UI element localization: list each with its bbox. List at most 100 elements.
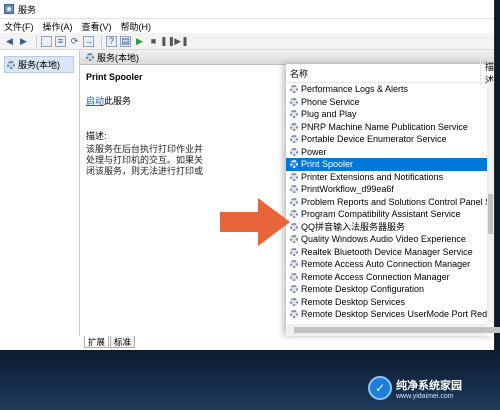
- service-name-cell: Remote Desktop Services UserMode Port Re…: [286, 309, 489, 319]
- service-name-cell: Remote Desktop Configuration: [286, 284, 489, 294]
- title-bar: 服务: [0, 0, 494, 19]
- start-service-link[interactable]: 启动: [86, 96, 104, 106]
- service-row[interactable]: Program Compatibility Assistant Service此…: [286, 208, 494, 221]
- service-name-cell: Phone Service: [286, 97, 489, 107]
- service-name-cell: PrintWorkflow_d99ea6f: [286, 184, 489, 194]
- start-service-suffix: 此服务: [104, 96, 132, 106]
- toolbar: ◀ ▶ ≡ ⟳ → ? ▤ ▶ ■ ❚❚ ▶❚: [0, 33, 494, 50]
- vertical-scrollbar[interactable]: [487, 82, 494, 324]
- service-detail-panel: Print Spooler 启动此服务 描述: 该服务在后台执行打印作业并处理与…: [86, 72, 204, 177]
- pointer-arrow-icon: [220, 198, 290, 246]
- service-name: Performance Logs & Alerts: [301, 84, 409, 95]
- tree-item-label: 服务(本地): [18, 60, 60, 70]
- services-window: 服务 文件(F) 操作(A) 查看(V) 帮助(H) ◀ ▶ ≡ ⟳ → ? ▤…: [0, 0, 500, 350]
- service-name: Remote Desktop Services UserMode Port Re…: [301, 309, 489, 320]
- service-name-cell: Remote Access Auto Connection Manager: [286, 259, 489, 269]
- service-row[interactable]: Remote Desktop Services允许用户以交互方式: [286, 296, 494, 309]
- tab-standard[interactable]: 标准: [110, 336, 136, 348]
- window-title: 服务: [18, 4, 37, 15]
- show-pane-icon[interactable]: [41, 35, 52, 47]
- menu-file[interactable]: 文件(F): [4, 20, 34, 33]
- service-row[interactable]: Performance Logs & Alerts性能日志和警报: [286, 83, 494, 96]
- menu-action[interactable]: 操作(A): [43, 20, 73, 33]
- vertical-scroll-thumb[interactable]: [488, 194, 493, 234]
- service-name-cell: Problem Reports and Solutions Control Pa…: [286, 197, 489, 207]
- back-icon[interactable]: ◀: [4, 36, 15, 47]
- service-name-cell: Print Spooler: [286, 159, 489, 169]
- service-name-cell: Performance Logs & Alerts: [286, 84, 489, 94]
- service-name: Print Spooler: [301, 159, 354, 170]
- service-gear-icon: [290, 122, 298, 131]
- tree-item-services-local[interactable]: 服务(本地): [4, 56, 74, 73]
- service-name: Realtek Bluetooth Device Manager Service: [301, 246, 473, 257]
- service-row[interactable]: Remote Desktop Configuration远程桌面配置服务(R: [286, 283, 494, 296]
- service-row[interactable]: PrintWorkflow_d99ea6f提供对打印工作流的: [286, 183, 494, 196]
- service-name-cell: Realtek Bluetooth Device Manager Service: [286, 247, 489, 257]
- console-tree: 服务(本地): [0, 50, 80, 336]
- restart-icon[interactable]: ▶❚: [174, 36, 188, 47]
- service-name-cell: PNRP Machine Name Publication Service: [286, 122, 489, 132]
- service-gear-icon: [290, 147, 298, 156]
- horizontal-scroll-thumb[interactable]: [294, 327, 500, 333]
- service-row[interactable]: PNRP Machine Name Publication Service此服务…: [286, 121, 494, 134]
- service-name-cell: Power: [286, 147, 489, 157]
- watermark-logo-icon: ✓: [368, 376, 392, 400]
- service-name-cell: Printer Extensions and Notifications: [286, 172, 489, 182]
- service-name: Printer Extensions and Notifications: [301, 171, 444, 182]
- service-gear-icon: [290, 85, 298, 94]
- service-row[interactable]: Printer Extensions and Notifications此服务可…: [286, 171, 494, 184]
- service-name: Power: [301, 146, 327, 157]
- help-icon[interactable]: ?: [106, 35, 117, 47]
- service-row[interactable]: Problem Reports and Solutions Control Pa…: [286, 196, 494, 209]
- service-gear-icon: [290, 135, 298, 144]
- watermark-title: 纯净系统家园: [396, 379, 462, 392]
- service-name: Remote Access Auto Connection Manager: [301, 259, 471, 270]
- content-pane: 服务(本地) Print Spooler 启动此服务 描述: 该服务在后台执行打…: [80, 50, 500, 336]
- start-icon[interactable]: ▶: [134, 36, 145, 47]
- service-row[interactable]: Remote Access Connection Manager管理从这台计算机…: [286, 271, 494, 284]
- service-name-cell: Program Compatibility Assistant Service: [286, 209, 489, 219]
- service-gear-icon: [290, 172, 298, 181]
- menu-help[interactable]: 帮助(H): [121, 20, 152, 33]
- service-row[interactable]: Portable Device Enumerator Service强制可移动大…: [286, 133, 494, 146]
- properties-icon[interactable]: ▤: [120, 35, 131, 47]
- service-gear-icon: [290, 110, 298, 119]
- service-name-cell: Remote Desktop Services: [286, 297, 489, 307]
- toolbar-divider: [101, 35, 102, 47]
- service-name-cell: Plug and Play: [286, 109, 489, 119]
- refresh-icon[interactable]: ⟳: [69, 36, 80, 47]
- service-gear-icon: [290, 222, 298, 231]
- service-name: Plug and Play: [301, 109, 357, 120]
- service-row[interactable]: Print Spooler该服务在后台执行打: [286, 158, 494, 171]
- stop-icon[interactable]: ■: [148, 36, 159, 47]
- watermark: ✓ 纯净系统家园 www.yidaimei.com: [368, 376, 462, 400]
- service-name: Quality Windows Audio Video Experience: [301, 234, 466, 245]
- content-header: 服务(本地): [80, 50, 494, 65]
- horizontal-scrollbar[interactable]: [286, 324, 500, 336]
- service-gear-icon: [290, 160, 298, 169]
- pause-icon[interactable]: ❚❚: [160, 36, 175, 47]
- menu-view[interactable]: 查看(V): [82, 20, 112, 33]
- service-row[interactable]: Plug and Play使计算机在极少或没: [286, 108, 494, 121]
- service-gear-icon: [290, 210, 298, 219]
- list-icon[interactable]: ≡: [55, 35, 66, 47]
- export-icon[interactable]: →: [83, 35, 94, 47]
- tab-extended[interactable]: 扩展: [84, 336, 110, 348]
- service-gear-icon: [290, 247, 298, 256]
- column-header-name[interactable]: 名称: [286, 67, 480, 80]
- service-row[interactable]: Remote Access Auto Connection Manager无论什…: [286, 258, 494, 271]
- service-name-cell: Portable Device Enumerator Service: [286, 134, 489, 144]
- forward-icon[interactable]: ▶: [18, 36, 29, 47]
- service-row[interactable]: QQ拼音输入法服务器服务QQ拼音输入法服务: [286, 221, 494, 234]
- services-app-icon: [4, 4, 14, 14]
- service-row[interactable]: Quality Windows Audio Video Experience优质…: [286, 233, 494, 246]
- gear-icon: [7, 60, 15, 69]
- service-row[interactable]: Phone Service在设备上管理电话服: [286, 96, 494, 109]
- service-gear-icon: [290, 310, 298, 319]
- gear-icon: [86, 53, 94, 61]
- list-header: 名称 描述: [286, 60, 494, 86]
- service-row[interactable]: Realtek Bluetooth Device Manager Service: [286, 246, 494, 259]
- service-row[interactable]: Remote Desktop Services UserMode Port Re…: [286, 308, 494, 321]
- service-row[interactable]: Power管理电源策略和电源: [286, 146, 494, 159]
- services-rows: Performance Logs & Alerts性能日志和警报Phone Se…: [286, 83, 494, 321]
